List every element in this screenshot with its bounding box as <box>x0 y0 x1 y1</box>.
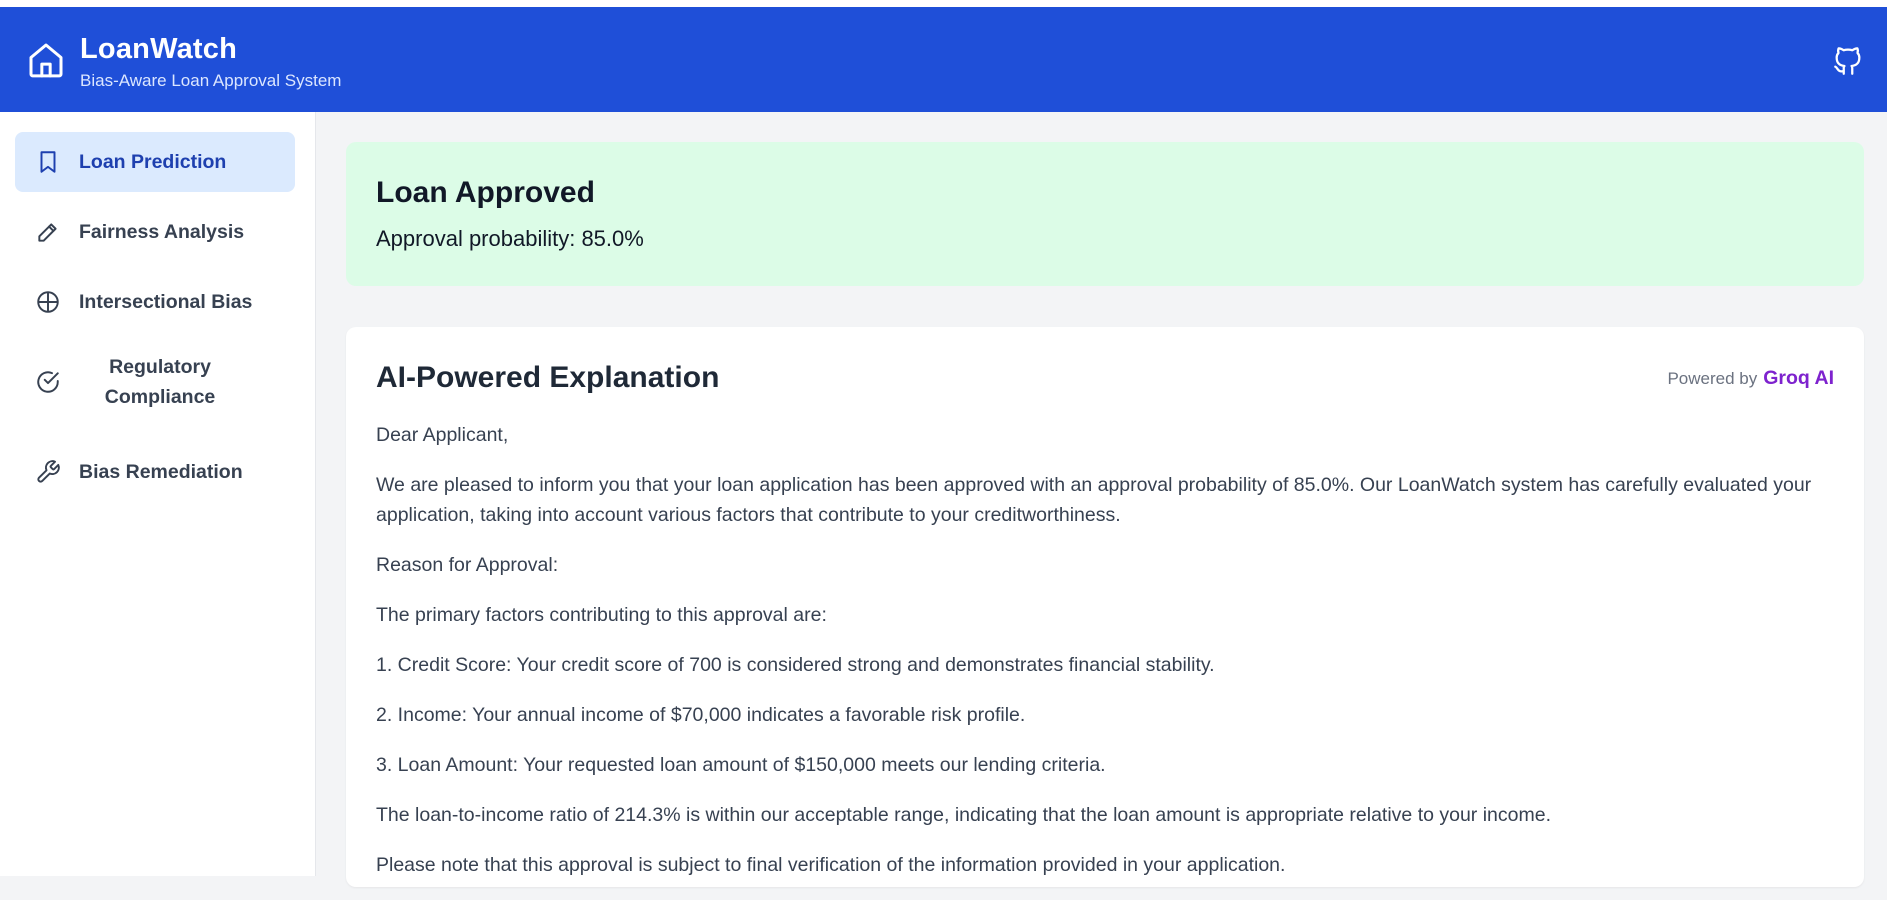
sidebar-item-loan-prediction[interactable]: Loan Prediction <box>15 132 295 192</box>
approval-status-title: Loan Approved <box>376 176 595 209</box>
explanation-paragraph: The loan-to-income ratio of 214.3% is wi… <box>376 804 1551 826</box>
explanation-title: AI-Powered Explanation <box>376 361 720 394</box>
globe-icon <box>35 289 61 315</box>
provider-name[interactable]: Groq AI <box>1763 367 1834 389</box>
sidebar-item-label: Loan Prediction <box>79 150 227 173</box>
approval-probability: Approval probability: 85.0% <box>376 226 644 251</box>
sidebar: Loan Prediction Fairness Analysis Inters… <box>0 112 316 876</box>
home-icon[interactable] <box>26 40 66 80</box>
explanation-paragraph: The primary factors contributing to this… <box>376 604 827 626</box>
sidebar-item-label: Bias Remediation <box>79 460 243 483</box>
sidebar-item-regulatory-compliance[interactable]: Regulatory Compliance <box>15 342 295 422</box>
app-header: LoanWatch Bias-Aware Loan Approval Syste… <box>0 7 1887 112</box>
sidebar-item-bias-remediation[interactable]: Bias Remediation <box>15 442 295 502</box>
pencil-icon <box>35 219 61 245</box>
powered-by: Powered by Groq AI <box>1667 367 1834 390</box>
explanation-paragraph: 2. Income: Your annual income of $70,000… <box>376 704 1026 726</box>
top-strip <box>0 0 1887 7</box>
sidebar-item-label: Fairness Analysis <box>79 220 245 243</box>
explanation-paragraph: Dear Applicant, <box>376 424 509 446</box>
bookmark-icon <box>35 149 61 175</box>
check-circle-icon <box>35 369 61 395</box>
explanation-paragraph: We are pleased to inform you that your l… <box>376 474 1812 526</box>
explanation-paragraph: Reason for Approval: <box>376 554 559 576</box>
sidebar-item-label: Regulatory Compliance <box>104 356 216 408</box>
app-subtitle: Bias-Aware Loan Approval System <box>80 71 342 90</box>
sidebar-item-intersectional-bias[interactable]: Intersectional Bias <box>15 272 295 332</box>
sidebar-item-label: Intersectional Bias <box>79 290 253 313</box>
approval-result-card: Loan Approved Approval probability: 85.0… <box>346 142 1864 286</box>
app-title: LoanWatch <box>80 33 237 65</box>
explanation-paragraph: 1. Credit Score: Your credit score of 70… <box>376 654 1215 676</box>
explanation-body: Dear Applicant, We are pleased to inform… <box>376 420 1826 900</box>
github-icon[interactable] <box>1831 44 1865 78</box>
wrench-icon <box>35 459 61 485</box>
sidebar-item-fairness-analysis[interactable]: Fairness Analysis <box>15 202 295 262</box>
explanation-card: AI-Powered Explanation Powered by Groq AI… <box>346 327 1864 887</box>
powered-by-label: Powered by <box>1667 369 1758 388</box>
explanation-paragraph: 3. Loan Amount: Your requested loan amou… <box>376 754 1106 776</box>
